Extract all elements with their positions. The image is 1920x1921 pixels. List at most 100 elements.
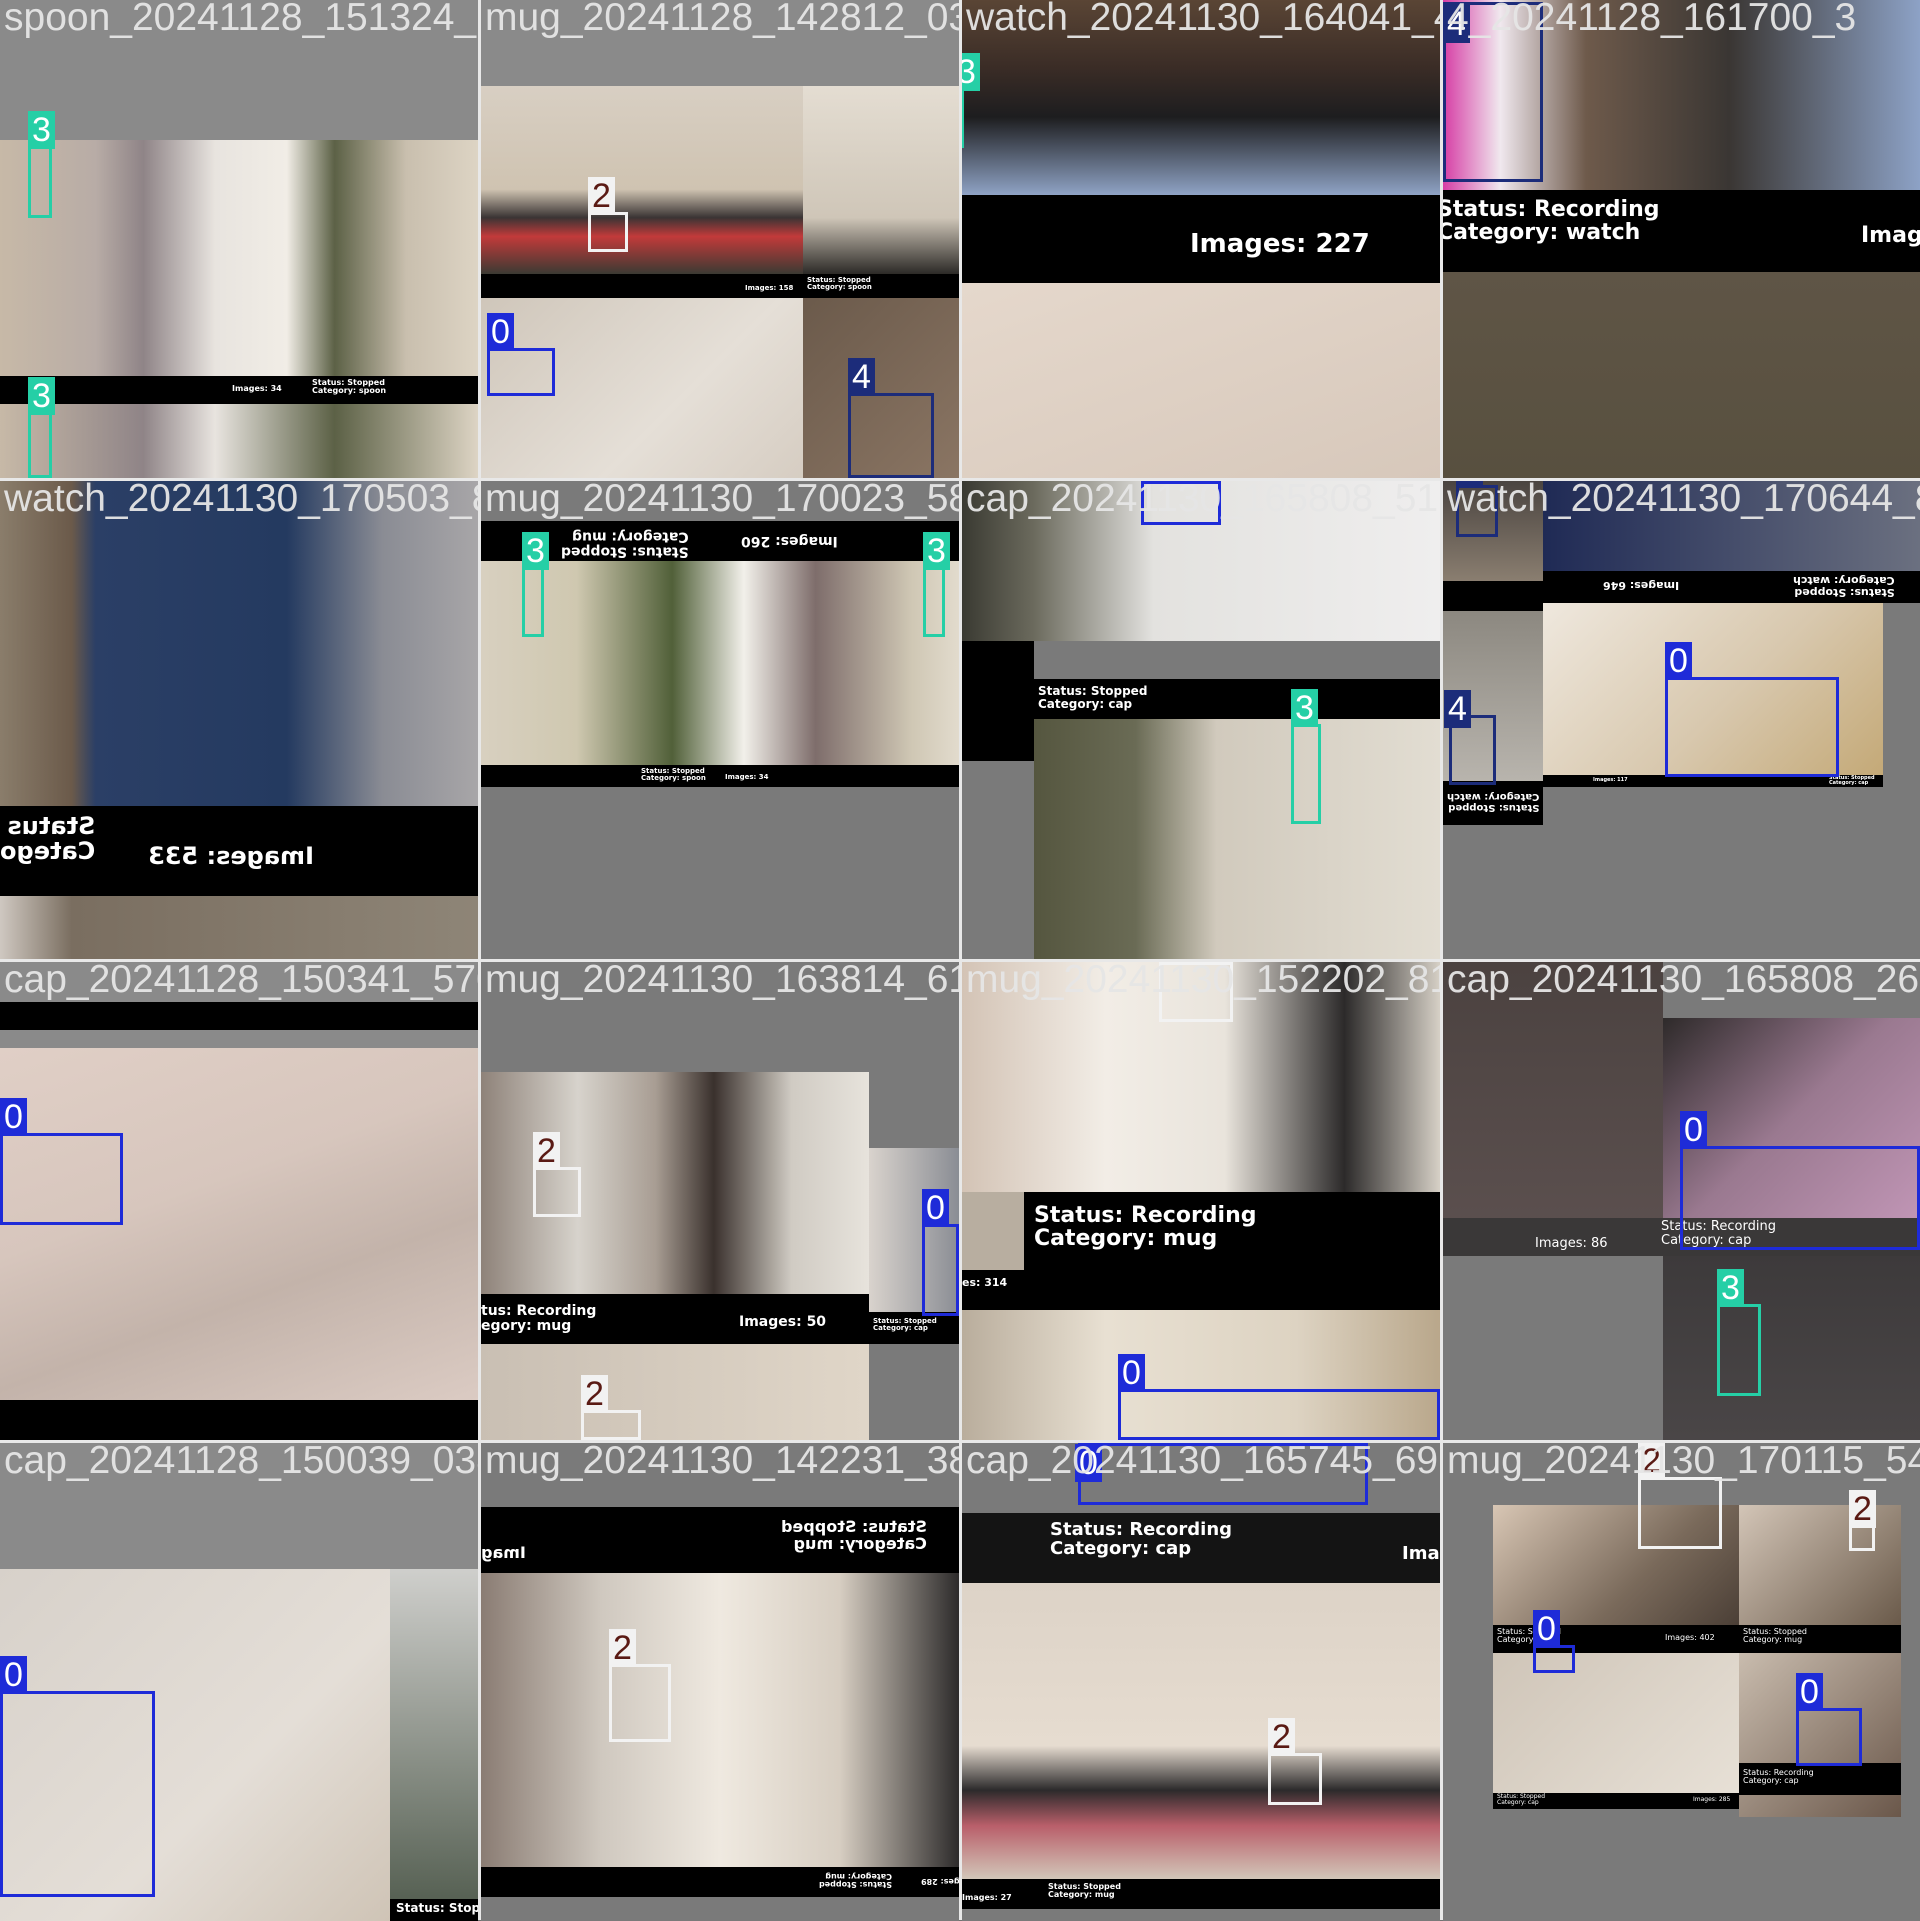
- status-overlay: es: 314: [962, 1270, 1440, 1310]
- status-overlay: Status: Recording Category: watch Imag: [1443, 190, 1920, 272]
- training-batch-mosaic: Images: 34 Status: Stopped Category: spo…: [0, 0, 1920, 1921]
- status-text: Status: Stopped Category: spoon: [641, 767, 706, 783]
- detection-box: 2: [1849, 1490, 1876, 1551]
- detection-box: 0: [1665, 642, 1839, 777]
- mosaic-tile: Status: Recording Category: watch Imag 4…: [1443, 0, 1920, 478]
- detection-box: 2: [1268, 1718, 1322, 1805]
- class-label: 4: [848, 358, 875, 396]
- images-count: Images: 34: [725, 773, 769, 781]
- photo-region: [1493, 1653, 1739, 1793]
- class-label: 0: [0, 1098, 27, 1136]
- mosaic-tile: Images: 227 3 watch_20241130_164041_4: [962, 0, 1440, 478]
- images-count: Images: 117: [1593, 777, 1628, 783]
- status-text: Status: Stopped Category: mug: [819, 1871, 892, 1889]
- class-label: 0: [922, 1189, 949, 1227]
- status-overlay: Status Catego Images: 533: [0, 806, 478, 896]
- class-label: 3: [1717, 1269, 1744, 1307]
- photo-region: [1739, 1505, 1901, 1625]
- status-text: Status: Recording Category: cap: [1050, 1519, 1233, 1559]
- status-text: Status: Stopped Category: spoon: [312, 378, 387, 396]
- images-count: Images: 158: [745, 284, 794, 292]
- mosaic-tile: Status: Recording Category: mug es: 314 …: [962, 962, 1440, 1440]
- status-text: Status: Stopped Category: cap: [1038, 684, 1148, 711]
- mosaic-tile: Status: Stopped Category: mug Images: 40…: [1443, 1443, 1920, 1921]
- detection-box: 4: [1444, 690, 1496, 785]
- tile-filename: mug_20241130_170023_580: [485, 481, 959, 520]
- photo-region: [1443, 581, 1543, 611]
- status-text: Status: Stopped Category: mug: [1048, 1882, 1121, 1900]
- detection-box: 2: [581, 1375, 641, 1440]
- tile-filename: watch_20241130_164041_4: [966, 0, 1440, 39]
- status-overlay: Status: Stoppe: [390, 1899, 478, 1921]
- tile-filename: cap_20241128_150341_5706: [4, 962, 478, 1001]
- status-overlay: Status: Stopped Category: watch: [1443, 781, 1543, 825]
- detection-box: 2: [609, 1629, 671, 1742]
- detection-box: 0: [487, 313, 555, 396]
- photo-region: [1663, 1256, 1920, 1440]
- tile-filename: 4_20241128_161700_3: [1447, 0, 1857, 39]
- mosaic-tile: Status: Stopped Category: cap 0 3 cap_20…: [962, 481, 1440, 959]
- photo-region: [0, 404, 478, 478]
- tile-filename: mug_20241130_163814_615: [485, 962, 959, 1001]
- class-label: 4: [1444, 690, 1471, 728]
- images-count: Images: 533: [148, 842, 314, 870]
- mosaic-tile: Status: Stoppe 0 cap_20241128_150039_038…: [0, 1443, 478, 1921]
- tile-filename: cap_20241128_150039_0386: [4, 1443, 478, 1482]
- status-text: Status: Stopped Category: mug: [1743, 1627, 1807, 1645]
- status-text: Status Catego: [0, 812, 96, 866]
- mosaic-tile: Status Catego Images: 533 watch_20241130…: [0, 481, 478, 959]
- status-overlay: tus: Recording egory: mug Images: 50: [481, 1294, 869, 1344]
- photo-region: [390, 1569, 478, 1921]
- photo-region: [1443, 962, 1663, 1256]
- status-overlay: Imag Status: Stopped Category: mug: [481, 1507, 959, 1573]
- status-text: Status: Recording Category: mug: [1034, 1203, 1257, 1252]
- detection-box: 3: [1291, 689, 1321, 824]
- detection-box: 0: [0, 1098, 123, 1225]
- status-text: Status: Stoppe: [396, 1901, 478, 1915]
- status-text: tus: Recording egory: mug: [481, 1303, 597, 1334]
- mosaic-tile: Images: 86 Status: Recording Category: c…: [1443, 962, 1920, 1440]
- images-count: Imag: [1861, 223, 1920, 248]
- images-count: Images: 227: [1190, 229, 1370, 259]
- class-label: 3: [522, 532, 549, 570]
- photo-region: [0, 1002, 478, 1030]
- status-text: Status: Recording Category: cap: [1743, 1768, 1814, 1786]
- grid-separator: [0, 959, 1920, 962]
- detection-box: 3: [1717, 1269, 1761, 1396]
- status-text: Status: Stopped Category: cap: [1829, 775, 1875, 787]
- images-count: Images: 34: [232, 384, 282, 393]
- images-count: Images: 86: [1535, 1236, 1608, 1251]
- tile-filename: cap_20241130_165808_517: [966, 481, 1440, 520]
- status-overlay: Status: Stopped Category: mug: [1739, 1625, 1901, 1653]
- status-overlay: Status: Stopped Category: cap Images: 28…: [1493, 1793, 1739, 1809]
- mosaic-tile: Status: Recording Category: cap Imag Ima…: [962, 1443, 1440, 1921]
- status-text: Status: Stopped Category: spoon: [807, 276, 872, 292]
- class-label: 3: [923, 532, 950, 570]
- tile-filename: watch_20241130_170503_8127: [4, 481, 478, 520]
- images-count: Images: 50: [739, 1314, 827, 1330]
- class-label: 3: [1291, 689, 1318, 727]
- images-count: Imag: [1402, 1543, 1440, 1564]
- tile-filename: cap_20241130_165808_268: [1447, 962, 1920, 1001]
- class-label: 0: [487, 313, 514, 351]
- mosaic-tile: Images: 158 Status: Stopped Category: sp…: [481, 0, 959, 478]
- class-label: 2: [588, 177, 615, 215]
- mosaic-tile: Imag Status: Stopped Category: mug Statu…: [481, 1443, 959, 1921]
- mosaic-tile: tus: Recording egory: mug Images: 50 Sta…: [481, 962, 959, 1440]
- class-label: 2: [609, 1629, 636, 1667]
- status-overlay: Status: Stopped Category: mug Images: 40…: [1493, 1625, 1739, 1653]
- tile-filename: mug_20241128_142812_0336: [485, 0, 959, 39]
- images-count: es: 314: [962, 1276, 1008, 1289]
- class-label: 2: [1849, 1490, 1876, 1528]
- photo-region: [0, 481, 478, 806]
- status-text: Status: Stopped Category: mug: [561, 528, 689, 560]
- detection-box: 3: [522, 532, 549, 637]
- photo-region: [803, 86, 959, 274]
- detection-box: 4: [848, 358, 934, 478]
- detection-box: 2: [588, 177, 628, 252]
- images-count: Images: 402: [1665, 1633, 1715, 1642]
- status-overlay: Status: Recording Category: mug: [1024, 1192, 1440, 1270]
- status-text: Status: Stopped Category: cap: [1497, 1793, 1545, 1807]
- status-overlay: Images: 227: [962, 195, 1440, 283]
- status-text: Status: Stopped Category: watch: [1793, 574, 1895, 600]
